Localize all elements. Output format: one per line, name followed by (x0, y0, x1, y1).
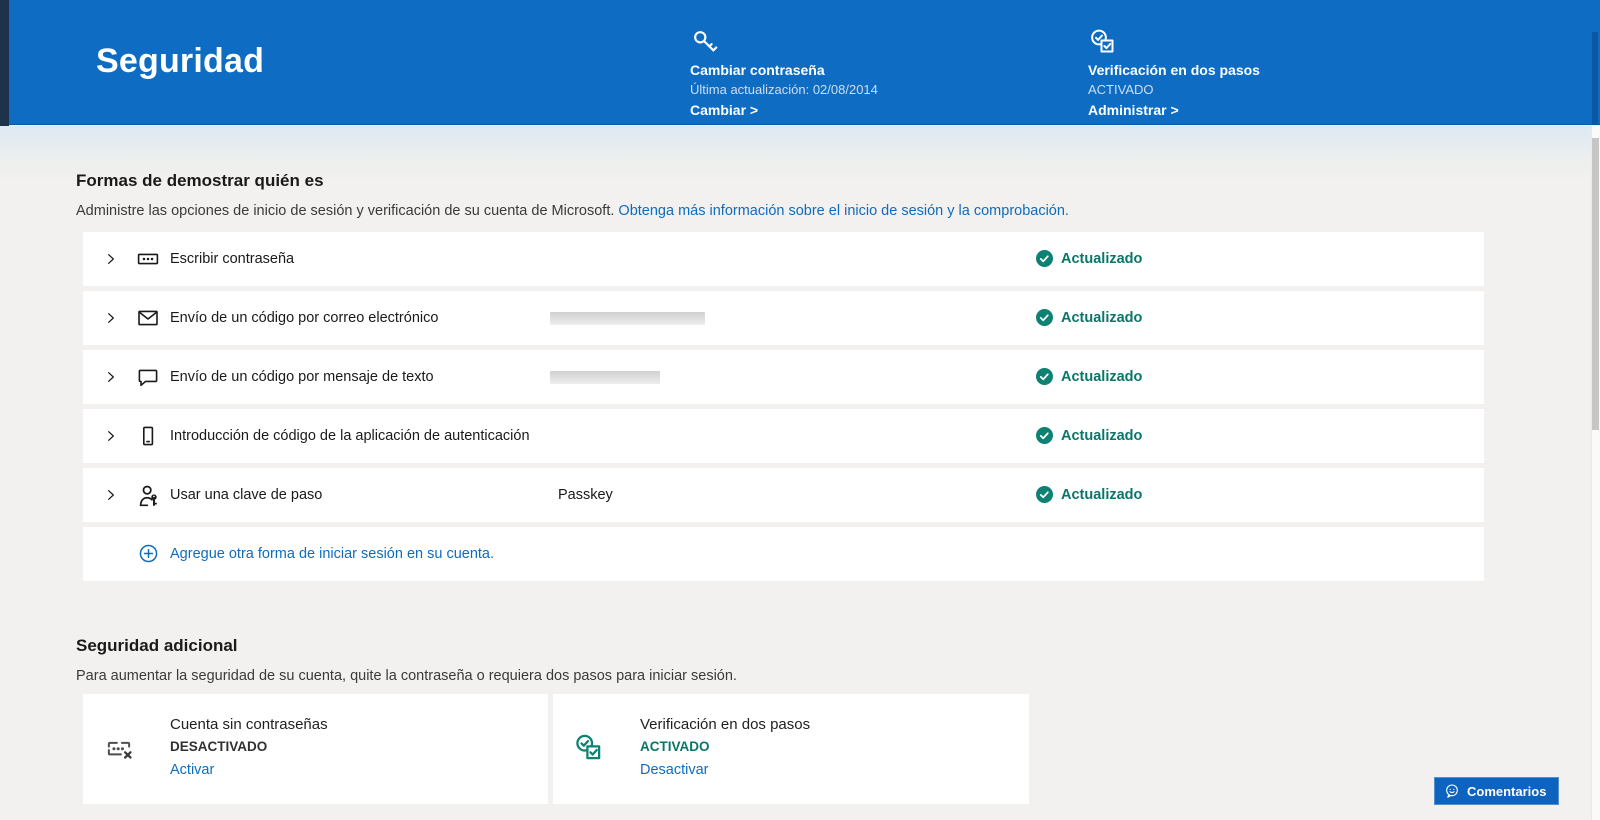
signin-section-heading: Formas de demostrar quién es (76, 171, 324, 190)
deactivate-two-step-link[interactable]: Desactivar (640, 762, 709, 778)
check-circle-icon (1036, 368, 1053, 385)
status-label: Actualizado (1061, 309, 1143, 326)
status-badge: Actualizado (1036, 427, 1142, 444)
feedback-button[interactable]: Comentarios (1434, 777, 1560, 805)
chat-smile-icon (1444, 783, 1460, 799)
row-password[interactable]: Escribir contraseña Actualizado (83, 232, 1484, 286)
key-icon (690, 27, 720, 57)
two-step-manage-link[interactable]: Administrar > (1088, 102, 1179, 118)
redacted-email-value (550, 312, 705, 325)
feedback-label: Comentarios (1467, 783, 1547, 799)
additional-section-heading: Seguridad adicional (76, 636, 238, 655)
signin-description-text: Administre las opciones de inicio de ses… (76, 203, 615, 219)
page-header: Seguridad Cambiar contraseña Última actu… (0, 0, 1600, 125)
row-authenticator-code[interactable]: Introducción de código de la aplicación … (83, 409, 1484, 463)
row-label: Escribir contraseña (170, 251, 295, 267)
status-label: Actualizado (1061, 250, 1143, 267)
status-label: Actualizado (1061, 368, 1143, 385)
redacted-phone-value (550, 371, 660, 384)
row-label: Introducción de código de la aplicación … (170, 428, 530, 444)
row-label: Usar una clave de paso (170, 487, 323, 503)
security-page: Seguridad Cambiar contraseña Última actu… (0, 0, 1600, 820)
scrollbar-thumb[interactable] (1592, 138, 1599, 430)
chevron-right-icon (103, 369, 119, 385)
row-passkey[interactable]: Usar una clave de paso Passkey Actualiza… (83, 468, 1484, 522)
card-passwordless-account: Cuenta sin contraseñas DESACTIVADO Activ… (83, 694, 548, 804)
status-badge: Actualizado (1036, 250, 1142, 267)
change-password-link[interactable]: Cambiar > (690, 102, 758, 118)
chevron-right-icon (103, 251, 119, 267)
check-circle-icon (1036, 309, 1053, 326)
status-badge: Actualizado (1036, 368, 1142, 385)
add-signin-method-link[interactable]: Agregue otra forma de iniciar sesión en … (170, 546, 494, 562)
chevron-right-icon (103, 428, 119, 444)
card-status: ACTIVADO (640, 739, 710, 754)
card-title: Cuenta sin contraseñas (170, 716, 328, 733)
header-two-step-card: Verificación en dos pasos ACTIVADO Admin… (1088, 27, 1448, 120)
status-label: Actualizado (1061, 486, 1143, 503)
card-title: Verificación en dos pasos (640, 716, 811, 733)
additional-section-description: Para aumentar la seguridad de su cuenta,… (76, 668, 737, 684)
phone-icon (136, 424, 160, 448)
passwordless-x-icon (103, 732, 135, 764)
chevron-right-icon (103, 487, 119, 503)
status-badge: Actualizado (1036, 486, 1142, 503)
header-change-password-card: Cambiar contraseña Última actualización:… (690, 27, 1050, 120)
signin-methods-list: Escribir contraseña Actualizado Envío de… (83, 232, 1484, 581)
status-badge: Actualizado (1036, 309, 1142, 326)
person-key-icon (136, 483, 160, 507)
check-circle-icon (1036, 250, 1053, 267)
check-circle-icon (1036, 486, 1053, 503)
two-step-title: Verificación en dos pasos (1088, 62, 1260, 78)
row-label: Envío de un código por correo electrónic… (170, 310, 439, 326)
signin-section-description: Administre las opciones de inicio de ses… (76, 203, 1069, 219)
chat-icon (136, 365, 160, 389)
plus-circle-icon (138, 543, 159, 564)
mail-icon (136, 306, 160, 330)
check-circle-icon (1036, 427, 1053, 444)
scrollbar-thumb-header[interactable] (1592, 32, 1598, 125)
status-label: Actualizado (1061, 427, 1143, 444)
two-step-status: ACTIVADO (1088, 82, 1154, 97)
two-step-check-icon (573, 732, 605, 764)
activate-passwordless-link[interactable]: Activar (170, 762, 214, 778)
row-label: Envío de un código por mensaje de texto (170, 369, 434, 385)
password-icon (136, 247, 160, 271)
row-sms-code[interactable]: Envío de un código por mensaje de texto … (83, 350, 1484, 404)
passkey-value: Passkey (558, 487, 613, 503)
additional-security-cards: Cuenta sin contraseñas DESACTIVADO Activ… (83, 694, 1029, 804)
learn-more-link[interactable]: Obtenga más información sobre el inicio … (618, 203, 1069, 219)
row-email-code[interactable]: Envío de un código por correo electrónic… (83, 291, 1484, 345)
chevron-right-icon (103, 310, 119, 326)
card-two-step-verification: Verificación en dos pasos ACTIVADO Desac… (553, 694, 1029, 804)
change-password-last-updated: Última actualización: 02/08/2014 (690, 82, 878, 97)
two-step-check-icon (1088, 27, 1118, 57)
change-password-title: Cambiar contraseña (690, 62, 825, 78)
row-add-signin-method[interactable]: Agregue otra forma de iniciar sesión en … (83, 527, 1484, 581)
card-status: DESACTIVADO (170, 739, 268, 754)
window-left-edge (0, 0, 9, 126)
page-title: Seguridad (96, 42, 265, 80)
